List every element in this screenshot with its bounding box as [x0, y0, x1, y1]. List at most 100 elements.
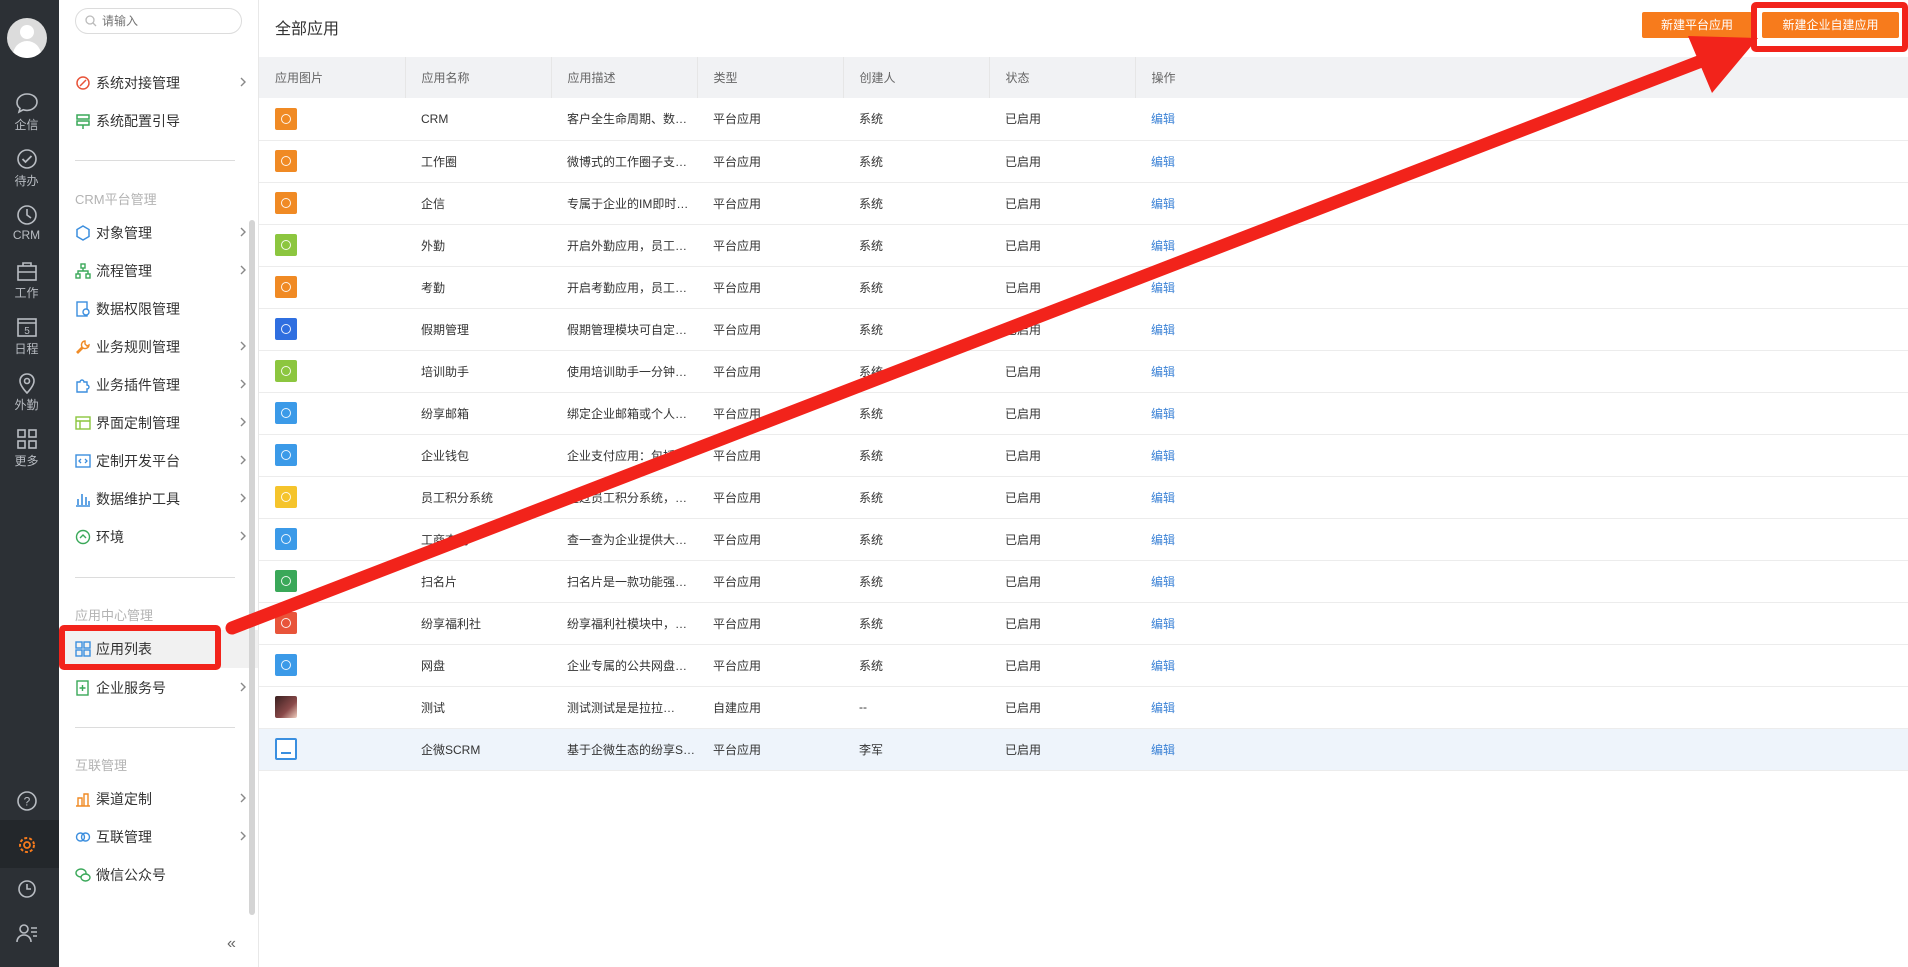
edit-link[interactable]: 编辑	[1151, 365, 1175, 379]
sidebar-item-label: 企业服务号	[96, 680, 166, 696]
rail-item-calendar[interactable]: 5 日程	[0, 316, 53, 357]
app-creator: 系统	[859, 448, 884, 463]
table-row: 员工积分系统 通过员工积分系统，… 平台应用 系统 已启用 编辑	[259, 476, 1908, 518]
rail-item-more[interactable]: 更多	[0, 428, 53, 469]
edit-link[interactable]: 编辑	[1151, 533, 1175, 547]
app-description: 专属于企业的IM即时…	[567, 196, 689, 211]
app-icon-cell	[259, 224, 405, 266]
sidebar-item-config-guide[interactable]: 系统配置引导	[75, 108, 247, 134]
sidebar-item-data-tools[interactable]: 数据维护工具	[75, 486, 247, 512]
app-description: 客户全生命周期、数…	[567, 112, 688, 127]
app-status: 已启用	[1005, 196, 1042, 211]
app-icon	[275, 276, 297, 298]
sidebar-item-objects[interactable]: 对象管理	[75, 220, 247, 246]
edit-link[interactable]: 编辑	[1151, 323, 1175, 337]
collapse-sidebar-button[interactable]: «	[227, 935, 236, 953]
sidebar-item-environment[interactable]: 环境	[75, 524, 247, 550]
sidebar-search[interactable]	[75, 8, 242, 34]
sidebar-item-data-permission[interactable]: 数据权限管理	[75, 296, 247, 322]
search-input[interactable]	[102, 13, 232, 29]
sidebar-item-wechat[interactable]: 微信公众号	[75, 862, 247, 888]
app-name: 假期管理	[421, 322, 470, 337]
sidebar-item-ui-customize[interactable]: 界面定制管理	[75, 410, 247, 436]
app-type: 平台应用	[713, 322, 762, 337]
sidebar-item-label: 渠道定制	[96, 791, 152, 807]
wrench-icon	[75, 339, 91, 355]
edit-link[interactable]: 编辑	[1151, 281, 1175, 295]
sidebar-item-interconnect[interactable]: 互联管理	[75, 824, 247, 850]
app-creator: --	[859, 700, 867, 714]
rail-item-crm[interactable]: CRM	[0, 204, 53, 242]
history-button[interactable]	[0, 878, 53, 902]
edit-link[interactable]: 编辑	[1151, 239, 1175, 253]
app-icon-cell	[259, 182, 405, 224]
app-status: 已启用	[1005, 490, 1042, 505]
app-creator: 系统	[859, 154, 884, 169]
edit-link[interactable]: 编辑	[1151, 155, 1175, 169]
app-creator: 系统	[859, 238, 884, 253]
sidebar-item-plugins[interactable]: 业务插件管理	[75, 372, 247, 398]
app-name: 培训助手	[421, 364, 470, 379]
edit-link[interactable]: 编辑	[1151, 449, 1175, 463]
sidebar-item-label: 定制开发平台	[96, 453, 180, 469]
signpost-icon	[75, 113, 91, 129]
edit-link[interactable]: 编辑	[1151, 743, 1175, 757]
rail-label: 更多	[14, 454, 39, 468]
edit-link[interactable]: 编辑	[1151, 407, 1175, 421]
sidebar-item-dev-platform[interactable]: 定制开发平台	[75, 448, 247, 474]
app-rail: 企信 待办 CRM 工作 5 日程 外勤 更多 ?	[0, 0, 59, 967]
table-row: 外勤 开启外勤应用，员工… 平台应用 系统 已启用 编辑	[259, 224, 1908, 266]
sidebar-item-channel[interactable]: 渠道定制	[75, 786, 247, 812]
chevron-right-icon	[240, 682, 246, 692]
history-icon	[17, 880, 36, 898]
edit-link[interactable]: 编辑	[1151, 575, 1175, 589]
app-name: 工作圈	[421, 154, 458, 169]
rail-item-field[interactable]: 外勤	[0, 372, 53, 413]
calendar-icon: 5	[16, 318, 37, 337]
app-description: 假期管理模块可自定…	[567, 322, 688, 337]
edit-link[interactable]: 编辑	[1151, 701, 1175, 715]
edit-link[interactable]: 编辑	[1151, 659, 1175, 673]
table-row: 企微SCRM 基于企微生态的纷享S… 平台应用 李军 已启用 编辑	[259, 728, 1908, 770]
settings-button[interactable]	[0, 834, 53, 858]
rail-label: 待办	[14, 174, 39, 188]
contacts-button[interactable]	[0, 922, 53, 946]
check-circle-icon	[16, 149, 37, 169]
app-type: 平台应用	[713, 280, 762, 295]
app-description: 企业专属的公共网盘…	[567, 658, 688, 673]
app-name: 测试	[421, 700, 446, 715]
rail-item-chat[interactable]: 企信	[0, 92, 53, 133]
edit-link[interactable]: 编辑	[1151, 617, 1175, 631]
sidebar-item-label: 对象管理	[96, 225, 152, 241]
edit-link[interactable]: 编辑	[1151, 197, 1175, 211]
help-button[interactable]: ?	[0, 790, 53, 814]
chevron-right-icon	[240, 265, 246, 275]
new-platform-app-button[interactable]: 新建平台应用	[1642, 12, 1752, 38]
rail-item-work[interactable]: 工作	[0, 260, 53, 301]
page-title: 全部应用	[275, 21, 340, 38]
edit-link[interactable]: 编辑	[1151, 112, 1175, 126]
app-status: 已启用	[1005, 742, 1042, 757]
chevron-right-icon	[240, 531, 246, 541]
rail-item-todo[interactable]: 待办	[0, 148, 53, 189]
sidebar-scrollbar[interactable]	[249, 220, 255, 915]
app-icon-cell	[259, 140, 405, 182]
settings-sidebar: 系统对接管理 系统配置引导 CRM平台管理 对象管理 流程管理 数据权限管理 业…	[59, 0, 259, 967]
app-description: 通过员工积分系统，…	[567, 490, 688, 505]
edit-link[interactable]: 编辑	[1151, 491, 1175, 505]
settings-icon	[18, 837, 35, 853]
app-icon-cell	[259, 686, 405, 728]
table-row: 网盘 企业专属的公共网盘… 平台应用 系统 已启用 编辑	[259, 644, 1908, 686]
sidebar-item-workflow[interactable]: 流程管理	[75, 258, 247, 284]
table-row: 考勤 开启考勤应用，员工… 平台应用 系统 已启用 编辑	[259, 266, 1908, 308]
sidebar-item-system-integration[interactable]: 系统对接管理	[75, 70, 247, 96]
column-header: 创建人	[843, 57, 990, 98]
avatar[interactable]	[7, 18, 47, 58]
app-icon	[275, 107, 297, 130]
table-row: 纷享福利社 纷享福利社模块中，… 平台应用 系统 已启用 编辑	[259, 602, 1908, 644]
sidebar-item-service-account[interactable]: 企业服务号	[75, 675, 247, 701]
link-icon	[75, 75, 91, 91]
sidebar-item-business-rules[interactable]: 业务规则管理	[75, 334, 247, 360]
chevron-right-icon	[240, 227, 246, 237]
app-type: 平台应用	[713, 364, 762, 379]
